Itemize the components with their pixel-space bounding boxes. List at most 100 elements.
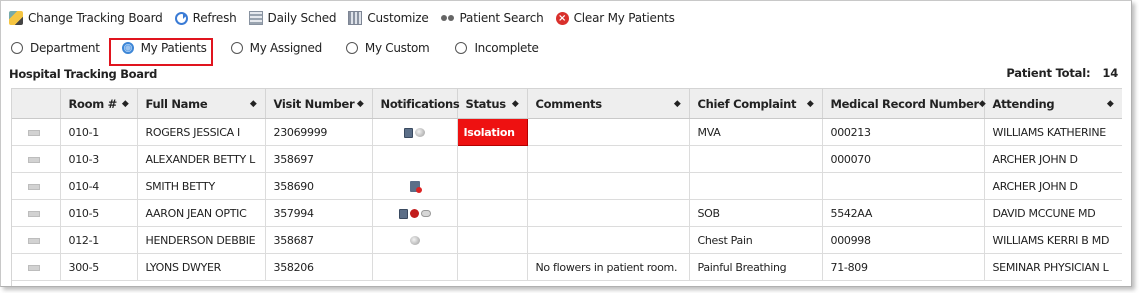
- collapse-icon[interactable]: [28, 156, 40, 163]
- comments-cell[interactable]: [527, 172, 690, 200]
- clear-my-patients-button[interactable]: × Clear My Patients: [555, 11, 675, 25]
- filter-my-custom-radio[interactable]: My Custom: [345, 41, 430, 55]
- status-cell[interactable]: [457, 253, 528, 281]
- chief-complaint-cell[interactable]: Chest Pain: [689, 226, 823, 254]
- row-collapse-cell[interactable]: [12, 199, 61, 227]
- comments-cell[interactable]: [527, 145, 690, 173]
- chief-complaint-cell[interactable]: [689, 172, 823, 200]
- column-header-visit-number[interactable]: Visit Number ◆: [265, 88, 373, 119]
- table-row[interactable]: 012-1 HENDERSON DEBBIE 358687 Chest Pain 000…: [12, 226, 1122, 254]
- daily-sched-button[interactable]: Daily Sched: [248, 11, 337, 25]
- notifications-cell[interactable]: [372, 253, 458, 281]
- comments-cell[interactable]: [527, 118, 690, 146]
- room-cell[interactable]: 010-4: [60, 172, 138, 200]
- collapse-icon[interactable]: [28, 183, 40, 190]
- attending-cell[interactable]: SEMINAR PHYSICIAN L: [984, 253, 1122, 281]
- sort-icon[interactable]: ◆: [250, 99, 257, 109]
- doc-icon[interactable]: [398, 208, 408, 219]
- patient-search-button[interactable]: Patient Search: [440, 11, 544, 25]
- radio-circle[interactable]: [230, 42, 243, 54]
- pill-icon[interactable]: [409, 236, 420, 245]
- full-name-cell[interactable]: HENDERSON DEBBIE: [137, 226, 266, 254]
- attending-cell[interactable]: ARCHER JOHN D: [984, 145, 1122, 173]
- row-collapse-cell[interactable]: [12, 145, 61, 173]
- row-collapse-cell[interactable]: [12, 172, 61, 200]
- column-header-notifications[interactable]: Notifications: [372, 88, 460, 119]
- cloud-icon[interactable]: [420, 210, 431, 217]
- visit-number-cell[interactable]: 358690: [265, 172, 373, 200]
- collapse-icon[interactable]: [28, 237, 40, 244]
- chief-complaint-cell[interactable]: MVA: [689, 118, 823, 146]
- radio-circle[interactable]: [455, 42, 468, 54]
- notifications-cell[interactable]: [372, 172, 458, 200]
- table-row[interactable]: 010-3 ALEXANDER BETTY L 358697 000070 ARCHER…: [12, 145, 1122, 173]
- mrn-cell[interactable]: 000070: [822, 145, 985, 173]
- mrn-cell[interactable]: 5542AA: [822, 199, 985, 227]
- radio-circle-selected[interactable]: [121, 42, 134, 54]
- radio-circle[interactable]: [345, 42, 358, 54]
- visit-number-cell[interactable]: 23069999: [265, 118, 373, 146]
- attending-cell[interactable]: DAVID MCCUNE MD: [984, 199, 1122, 227]
- visit-number-cell[interactable]: 358687: [265, 226, 373, 254]
- pill-icon[interactable]: [415, 128, 425, 137]
- filter-my-assigned-radio[interactable]: My Assigned: [230, 41, 322, 55]
- column-header-chief-complaint[interactable]: Chief Complaint ◆: [689, 88, 823, 119]
- mrn-cell[interactable]: 71-809: [822, 253, 985, 281]
- row-collapse-cell[interactable]: [12, 118, 61, 146]
- status-cell[interactable]: [457, 199, 528, 227]
- mrn-cell[interactable]: 000998: [822, 226, 985, 254]
- visit-number-cell[interactable]: 358206: [265, 253, 373, 281]
- column-header-room[interactable]: Room # ◆: [60, 88, 138, 119]
- column-header-attending[interactable]: Attending ◆: [984, 88, 1122, 119]
- full-name-cell[interactable]: ROGERS JESSICA I: [137, 118, 266, 146]
- status-cell[interactable]: [457, 172, 528, 200]
- notifications-cell[interactable]: [372, 145, 458, 173]
- notifications-cell[interactable]: [372, 118, 458, 146]
- sort-icon[interactable]: ◆: [357, 99, 364, 109]
- flag-alert-icon[interactable]: [409, 181, 422, 193]
- tracking-table-container[interactable]: Room # ◆ Full Name ◆ Visit Number ◆ Notific…: [11, 88, 1122, 286]
- notifications-cell[interactable]: [372, 199, 458, 227]
- sort-icon[interactable]: ◆: [1107, 99, 1114, 109]
- room-cell[interactable]: 010-3: [60, 145, 138, 173]
- status-cell[interactable]: [457, 226, 528, 254]
- row-collapse-cell[interactable]: [12, 253, 61, 281]
- column-header-comments[interactable]: Comments ◆: [527, 88, 690, 119]
- change-tracking-board-button[interactable]: Change Tracking Board: [9, 11, 163, 25]
- collapse-icon[interactable]: [28, 264, 40, 271]
- comments-cell[interactable]: [527, 199, 690, 227]
- sort-icon[interactable]: ◆: [512, 99, 519, 109]
- collapse-icon[interactable]: [28, 210, 40, 217]
- table-row[interactable]: 010-4 SMITH BETTY 358690 ARCHER JOHN D: [12, 172, 1122, 200]
- room-cell[interactable]: 010-5: [60, 199, 138, 227]
- filter-incomplete-radio[interactable]: Incomplete: [455, 41, 539, 55]
- table-row[interactable]: 010-5 AARON JEAN OPTIC 357994 SOB 5542AA DAVI…: [12, 199, 1122, 227]
- chief-complaint-cell[interactable]: Painful Breathing: [689, 253, 823, 281]
- comments-cell[interactable]: [527, 226, 690, 254]
- table-row[interactable]: 300-5 LYONS DWYER 358206 No flowers in pati…: [12, 253, 1122, 281]
- refresh-button[interactable]: Refresh: [174, 11, 237, 25]
- chief-complaint-cell[interactable]: [689, 145, 823, 173]
- attending-cell[interactable]: ARCHER JOHN D: [984, 172, 1122, 200]
- notifications-cell[interactable]: [372, 226, 458, 254]
- mrn-cell[interactable]: [822, 172, 985, 200]
- sort-icon[interactable]: ◆: [979, 99, 986, 109]
- sort-icon[interactable]: ◆: [807, 99, 814, 109]
- room-cell[interactable]: 010-1: [60, 118, 138, 146]
- comments-cell[interactable]: No flowers in patient room.: [527, 253, 690, 281]
- chief-complaint-cell[interactable]: SOB: [689, 199, 823, 227]
- sort-icon[interactable]: ◆: [674, 99, 681, 109]
- filter-my-patients-radio[interactable]: My Patients: [121, 41, 207, 55]
- column-header-status[interactable]: Status ◆: [457, 88, 528, 119]
- table-row[interactable]: 010-1 ROGERS JESSICA I 23069999 Isolation MV…: [12, 118, 1122, 146]
- attending-cell[interactable]: WILLIAMS KATHERINE: [984, 118, 1122, 146]
- filter-department-radio[interactable]: Department: [11, 41, 100, 55]
- customize-button[interactable]: Customize: [348, 11, 429, 25]
- sort-icon[interactable]: ◆: [122, 99, 129, 109]
- full-name-cell[interactable]: AARON JEAN OPTIC: [137, 199, 266, 227]
- full-name-cell[interactable]: SMITH BETTY: [137, 172, 266, 200]
- room-cell[interactable]: 300-5: [60, 253, 138, 281]
- room-cell[interactable]: 012-1: [60, 226, 138, 254]
- doc-icon[interactable]: [404, 127, 413, 138]
- status-cell[interactable]: [457, 145, 528, 173]
